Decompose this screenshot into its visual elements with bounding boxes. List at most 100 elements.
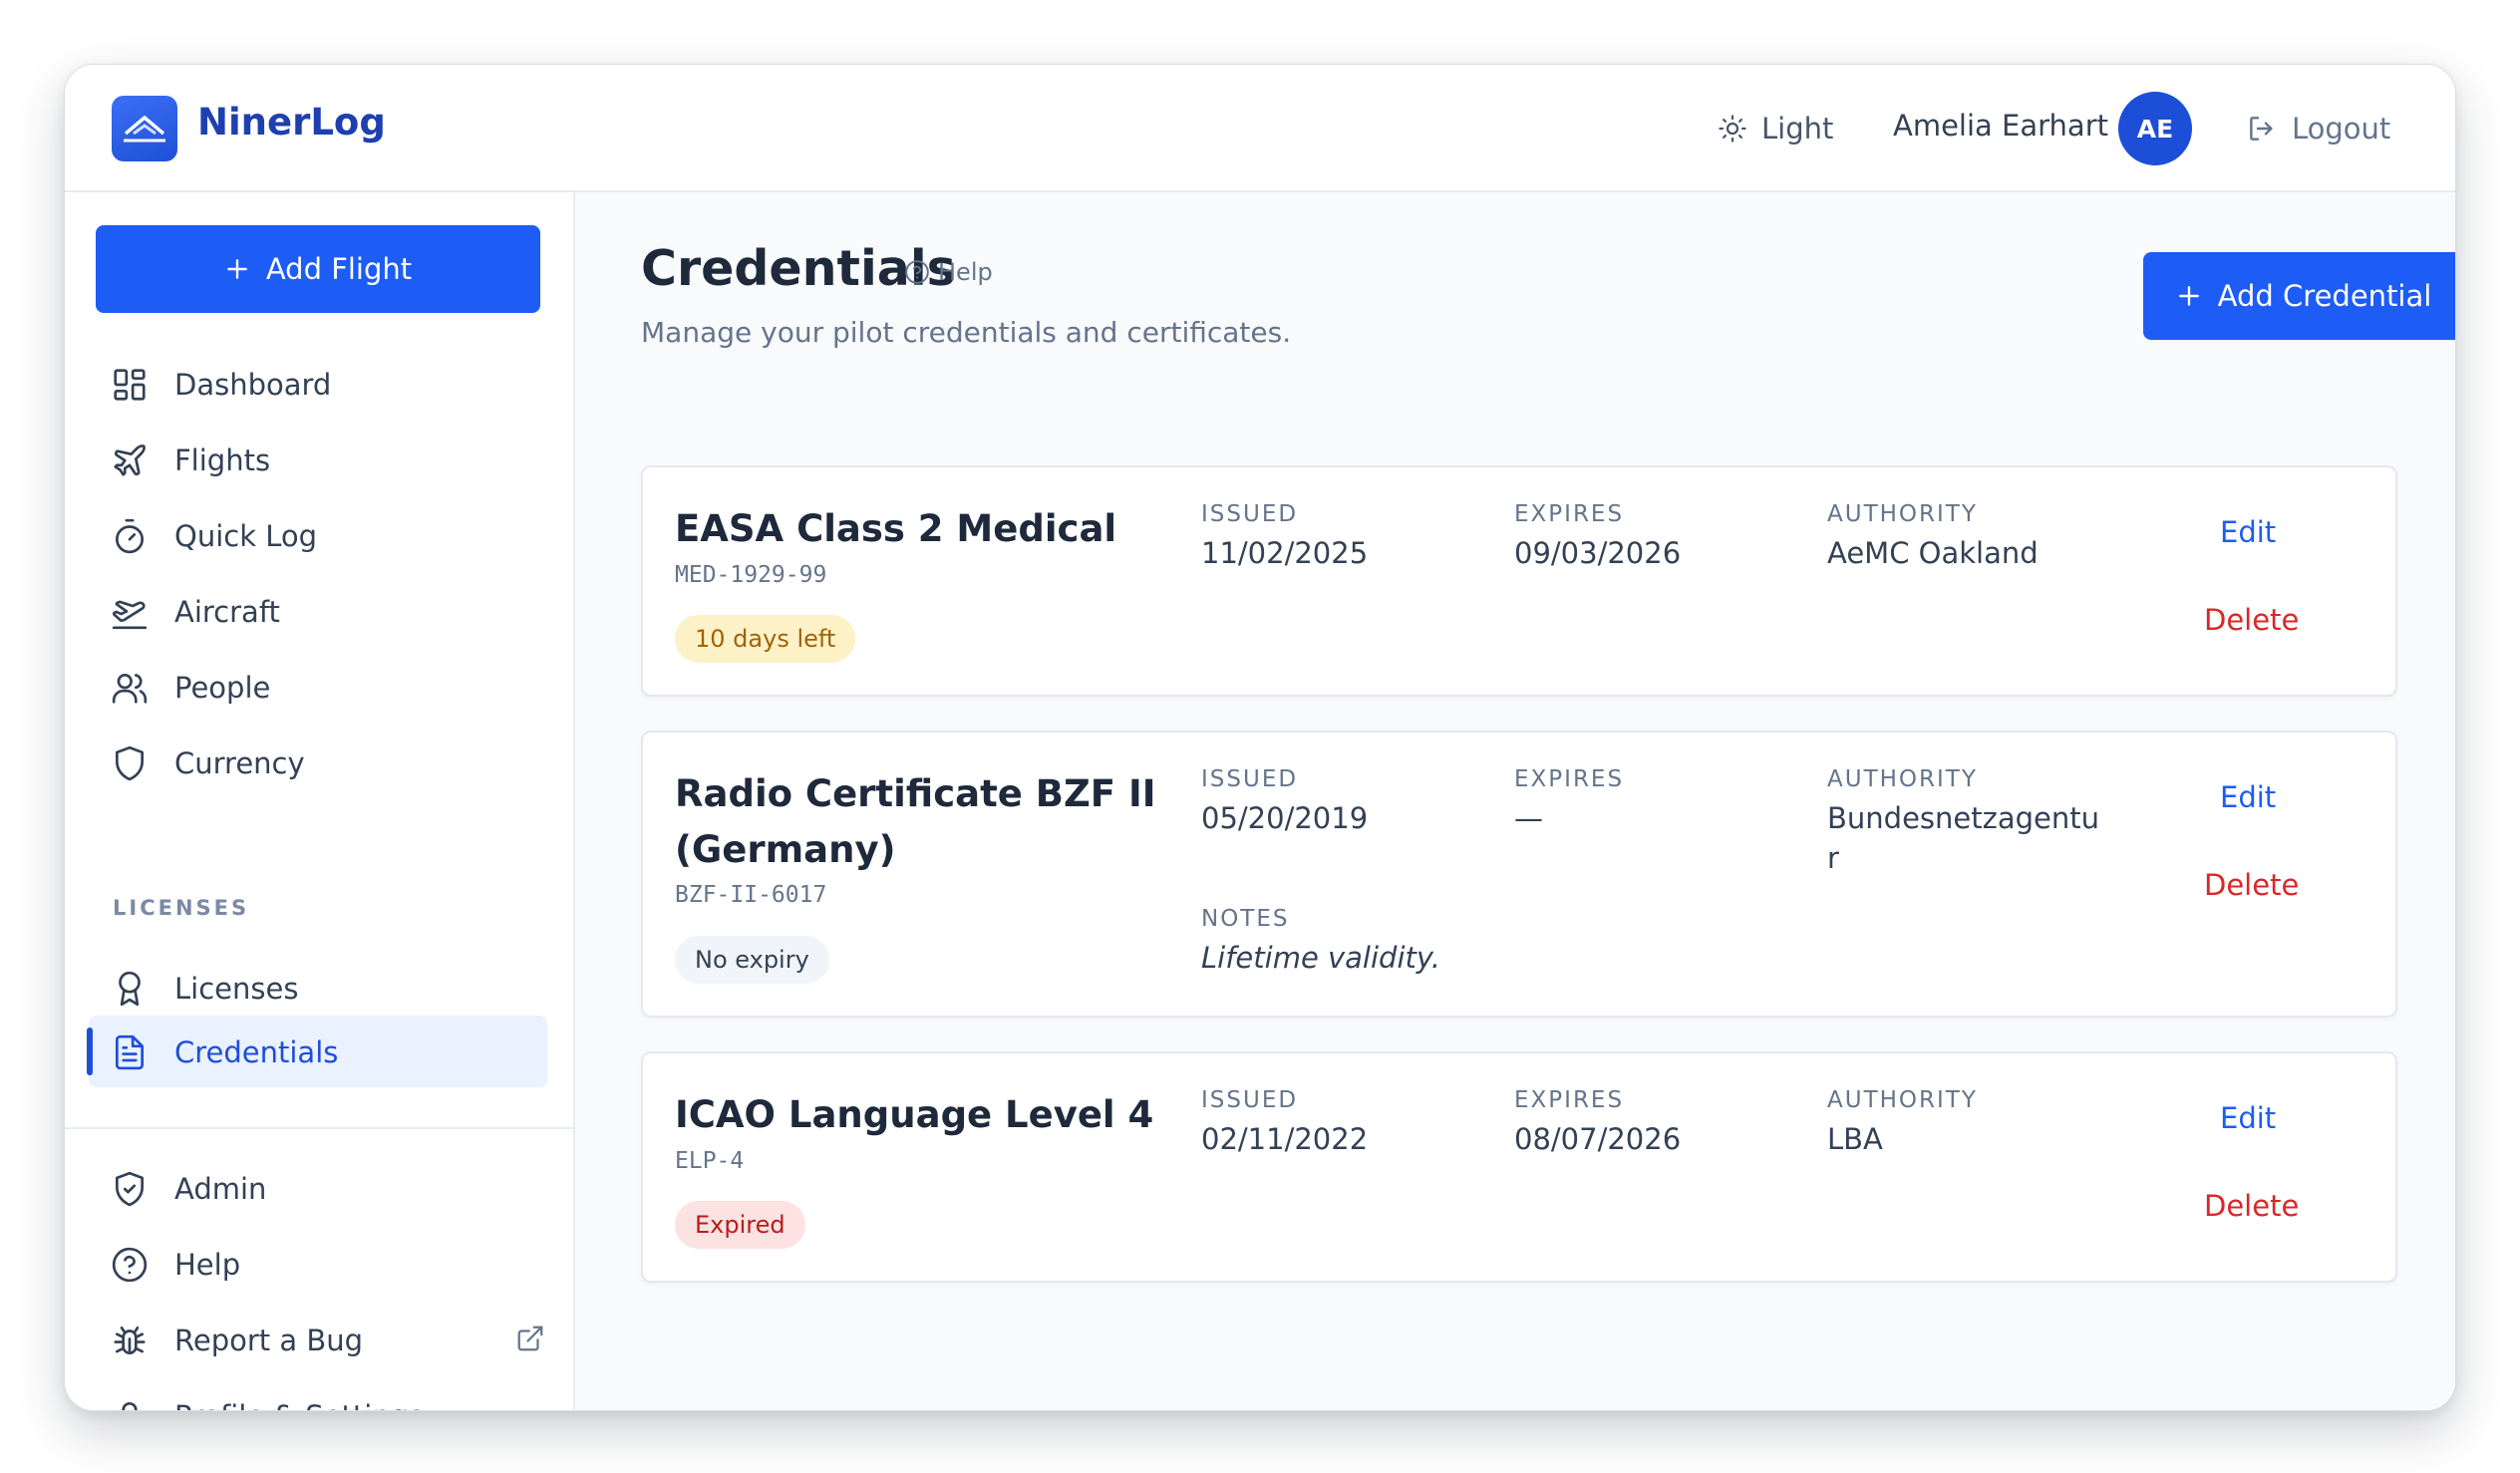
- issued-label: ISSUED: [1201, 766, 1299, 792]
- sidebar-item-report-bug[interactable]: Report a Bug: [89, 1304, 547, 1375]
- credential-code: MED-1929-99: [675, 562, 827, 588]
- expires-label: EXPIRES: [1514, 501, 1625, 527]
- status-badge: Expired: [675, 1201, 805, 1249]
- brand-name[interactable]: NinerLog: [197, 101, 386, 144]
- sidebar-item-label: Admin: [174, 1172, 267, 1206]
- sidebar-item-licenses[interactable]: Licenses: [89, 952, 547, 1024]
- credential-code: ELP-4: [675, 1148, 745, 1174]
- expires-label: EXPIRES: [1514, 1087, 1625, 1113]
- sidebar: Add Flight Dashboard Flights Quick Log A…: [65, 192, 575, 1410]
- sidebar-item-help[interactable]: Help: [89, 1228, 547, 1300]
- add-flight-label: Add Flight: [265, 252, 413, 286]
- credential-code: BZF-II-6017: [675, 882, 827, 908]
- user-icon: [122, 1401, 138, 1410]
- document-icon: [115, 1034, 145, 1070]
- delete-button[interactable]: Delete: [2204, 868, 2299, 902]
- sidebar-item-label: People: [174, 671, 271, 705]
- sidebar-item-people[interactable]: People: [89, 651, 547, 723]
- top-header: NinerLog Light Amelia Earhart AE Logout: [65, 65, 2455, 192]
- notes-value: Lifetime validity.: [1201, 941, 1441, 975]
- issued-value: 02/11/2022: [1201, 1122, 1369, 1156]
- edit-button[interactable]: Edit: [2220, 780, 2276, 814]
- plane-icon: [114, 444, 146, 476]
- credential-card: EASA Class 2 Medical MED-1929-99 10 days…: [641, 465, 2397, 697]
- sidebar-item-aircraft[interactable]: Aircraft: [89, 575, 547, 647]
- app-window: NinerLog Light Amelia Earhart AE Logout: [64, 64, 2456, 1411]
- stopwatch-icon: [115, 518, 145, 554]
- sidebar-item-dashboard[interactable]: Dashboard: [89, 348, 547, 420]
- authority-value: Bundesnetzagentur: [1827, 801, 2099, 875]
- page-subtitle: Manage your pilot credentials and certif…: [641, 316, 1292, 349]
- add-credential-label: Add Credential: [2217, 279, 2432, 313]
- sidebar-item-profile-settings[interactable]: Profile & Settings: [89, 1379, 547, 1410]
- edit-button[interactable]: Edit: [2220, 515, 2276, 549]
- sun-icon: [1719, 115, 1746, 143]
- expires-label: EXPIRES: [1514, 766, 1625, 792]
- shield-check-icon: [115, 1171, 145, 1207]
- award-icon: [119, 971, 141, 1007]
- status-badge: 10 days left: [675, 615, 856, 663]
- issued-label: ISSUED: [1201, 501, 1299, 527]
- avatar[interactable]: AE: [2118, 92, 2192, 165]
- expires-value: 09/03/2026: [1514, 536, 1682, 570]
- authority-label: AUTHORITY: [1827, 1087, 1978, 1113]
- logout-icon: [2250, 117, 2273, 141]
- sidebar-item-label: Quick Log: [174, 519, 318, 553]
- credential-title: ICAO Language Level 4: [675, 1093, 1154, 1136]
- theme-toggle-button[interactable]: Light: [1718, 105, 1833, 152]
- users-icon: [112, 673, 148, 704]
- sidebar-item-currency[interactable]: Currency: [89, 727, 547, 798]
- sidebar-item-label: Help: [174, 1248, 241, 1282]
- add-flight-button[interactable]: Add Flight: [96, 225, 540, 313]
- authority-label: AUTHORITY: [1827, 501, 1978, 527]
- issued-label: ISSUED: [1201, 1087, 1299, 1113]
- active-indicator: [87, 1028, 93, 1075]
- authority-value: AeMC Oakland: [1827, 536, 2039, 570]
- sidebar-item-credentials[interactable]: Credentials: [87, 1016, 547, 1087]
- sidebar-item-label: Dashboard: [174, 368, 332, 402]
- shield-icon: [115, 745, 145, 781]
- logout-label: Logout: [2292, 112, 2391, 146]
- authority-label: AUTHORITY: [1827, 766, 1978, 792]
- sidebar-item-admin[interactable]: Admin: [89, 1152, 547, 1224]
- credential-title: EASA Class 2 Medical: [675, 507, 1117, 550]
- ninerlog-logo-icon[interactable]: [112, 96, 177, 161]
- sidebar-item-label: Credentials: [174, 1035, 339, 1069]
- sidebar-item-label: Report a Bug: [174, 1324, 364, 1357]
- expires-value: 08/07/2026: [1514, 1122, 1682, 1156]
- user-name: Amelia Earhart: [1893, 109, 2108, 143]
- dashboard-icon: [114, 369, 146, 401]
- plane-takeoff-icon: [112, 600, 148, 630]
- help-circle-icon: [112, 1247, 148, 1283]
- logout-button[interactable]: Logout: [2246, 105, 2390, 152]
- add-credential-button[interactable]: Add Credential: [2143, 252, 2455, 340]
- issued-value: 05/20/2019: [1201, 801, 1369, 835]
- external-link-icon: [517, 1326, 543, 1351]
- credential-card: ICAO Language Level 4 ELP-4 Expired ISSU…: [641, 1051, 2397, 1283]
- issued-value: 11/02/2025: [1201, 536, 1369, 570]
- plus-icon: [226, 259, 247, 279]
- notes-label: NOTES: [1201, 906, 1290, 932]
- edit-button[interactable]: Edit: [2220, 1101, 2276, 1135]
- delete-button[interactable]: Delete: [2204, 1189, 2299, 1223]
- main-content: Credentials Help Manage your pilot crede…: [575, 192, 2455, 1410]
- sidebar-item-label: Aircraft: [174, 595, 280, 629]
- licenses-section-label: LICENSES: [113, 896, 250, 920]
- help-circle-icon: [905, 260, 929, 284]
- credential-card: Radio Certificate BZF II (Germany) BZF-I…: [641, 731, 2397, 1018]
- sidebar-item-quick-log[interactable]: Quick Log: [89, 499, 547, 571]
- authority-value: LBA: [1827, 1122, 1883, 1156]
- theme-label: Light: [1761, 112, 1834, 146]
- sidebar-item-label: Currency: [174, 746, 305, 780]
- sidebar-divider: [65, 1127, 575, 1129]
- credential-title: Radio Certificate BZF II (Germany): [675, 772, 1156, 871]
- sidebar-item-label: Flights: [174, 443, 271, 477]
- sidebar-item-label: Profile & Settings: [174, 1399, 424, 1410]
- plus-icon: [2178, 286, 2199, 306]
- sidebar-item-label: Licenses: [174, 972, 299, 1006]
- bug-icon: [114, 1326, 146, 1355]
- delete-button[interactable]: Delete: [2204, 603, 2299, 637]
- sidebar-item-flights[interactable]: Flights: [89, 424, 547, 495]
- status-badge: No expiry: [675, 936, 829, 984]
- help-link[interactable]: Help: [904, 258, 993, 286]
